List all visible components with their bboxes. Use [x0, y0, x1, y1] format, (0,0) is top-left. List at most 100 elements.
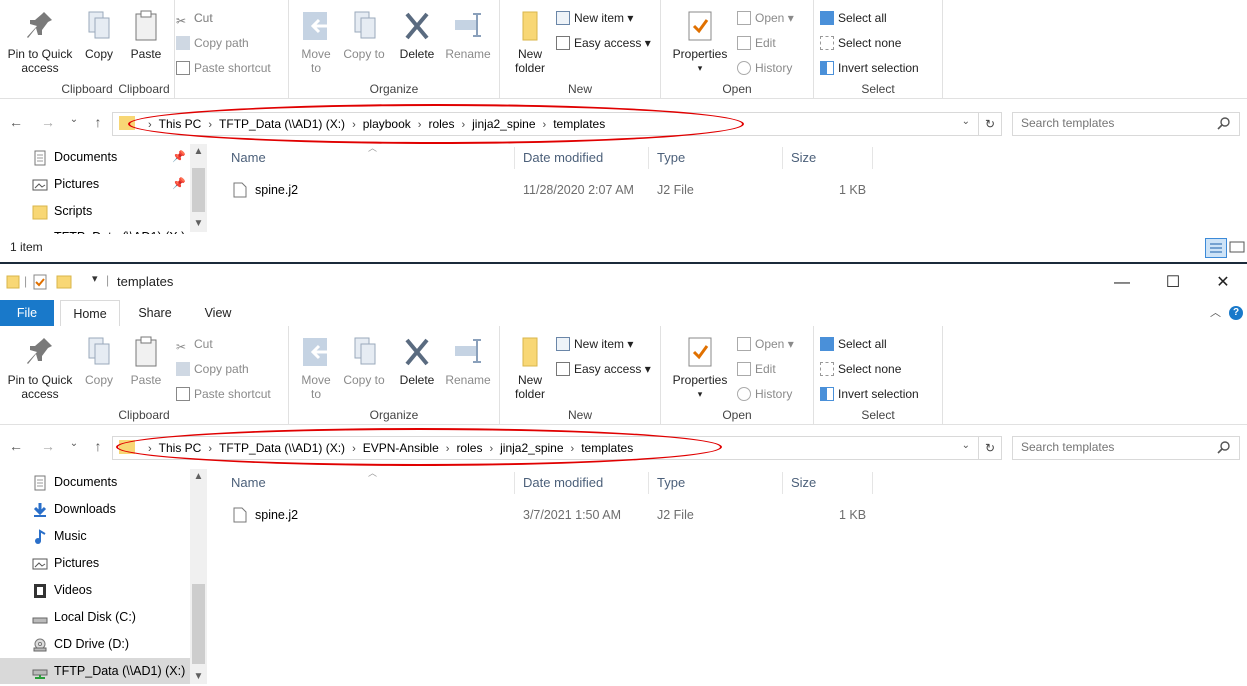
nav-item-scripts[interactable]: Scripts	[0, 198, 205, 224]
column-header-name[interactable]: Name	[231, 146, 266, 170]
forward-button[interactable]: →	[40, 438, 56, 456]
invert-selection-button[interactable]: Invert selection	[820, 384, 919, 404]
column-divider[interactable]	[648, 472, 649, 494]
column-divider[interactable]	[648, 147, 649, 169]
forward-button[interactable]: →	[40, 114, 56, 132]
tab-file[interactable]: File	[0, 300, 54, 326]
new-folder-button[interactable]: New folder	[504, 8, 556, 75]
crumb-playbook[interactable]: playbook	[363, 113, 411, 135]
breadcrumb[interactable]: › This PC › TFTP_Data (\\AD1) (X:) › EVPN-Ans…	[112, 436, 979, 460]
easy-access-button[interactable]: Easy access ▾	[556, 33, 651, 53]
search-input[interactable]	[1013, 113, 1219, 133]
history-button[interactable]: History	[737, 384, 792, 404]
column-divider[interactable]	[782, 472, 783, 494]
paste-button[interactable]: Paste	[124, 334, 168, 387]
up-button[interactable]: ↑	[90, 114, 106, 132]
column-divider[interactable]	[872, 147, 873, 169]
properties-button[interactable]: Properties ▾	[667, 8, 733, 75]
scroll-up-arrow[interactable]: ▲	[190, 146, 207, 157]
refresh-button[interactable]: ↻	[978, 112, 1002, 136]
breadcrumb[interactable]: › This PC › TFTP_Data (\\AD1) (X:) › playbook…	[112, 112, 979, 136]
new-folder-icon[interactable]	[56, 274, 72, 290]
column-header-date-modified[interactable]: Date modified	[523, 471, 603, 495]
minimize-button[interactable]: —	[1099, 270, 1145, 296]
copy-to-button[interactable]: Copy to	[343, 8, 385, 61]
rename-button[interactable]: Rename	[443, 334, 493, 387]
nav-item-pictures[interactable]: Pictures	[0, 550, 205, 576]
invert-selection-button[interactable]: Invert selection	[820, 58, 919, 78]
recent-locations-button[interactable]: ⌄	[66, 114, 82, 132]
properties-button[interactable]: Properties ▾	[667, 334, 733, 401]
address-dropdown-icon[interactable]: ⌄	[962, 116, 970, 127]
scroll-thumb[interactable]	[192, 584, 205, 664]
rename-button[interactable]: Rename	[443, 8, 493, 61]
crumb-templates[interactable]: templates	[581, 437, 633, 459]
column-header-name[interactable]: Name	[231, 471, 266, 495]
scroll-down-arrow[interactable]: ▼	[190, 218, 207, 229]
file-row[interactable]: spine.j2 11/28/2020 2:07 AM J2 File 1 KB	[231, 179, 871, 201]
crumb-evpn-ansible[interactable]: EVPN-Ansible	[363, 437, 439, 459]
nav-scrollbar[interactable]: ▲ ▼	[190, 469, 207, 684]
crumb-drive[interactable]: TFTP_Data (\\AD1) (X:)	[219, 437, 345, 459]
tab-view[interactable]: View	[190, 300, 246, 326]
column-header-size[interactable]: Size	[791, 146, 816, 170]
select-none-button[interactable]: Select none	[820, 33, 901, 53]
crumb-templates[interactable]: templates	[553, 113, 605, 135]
nav-item-pictures[interactable]: Pictures 📌	[0, 171, 205, 197]
column-divider[interactable]	[872, 472, 873, 494]
delete-button[interactable]: Delete	[395, 8, 439, 61]
back-button[interactable]: ←	[8, 438, 24, 456]
crumb-this-pc[interactable]: This PC	[159, 113, 202, 135]
edit-button[interactable]: Edit	[737, 33, 776, 53]
back-button[interactable]: ←	[8, 114, 24, 132]
crumb-this-pc[interactable]: This PC	[159, 437, 202, 459]
details-view-icon[interactable]	[1205, 238, 1227, 258]
search-box[interactable]	[1012, 112, 1240, 136]
column-divider[interactable]	[514, 472, 515, 494]
column-header-type[interactable]: Type	[657, 146, 685, 170]
open-button[interactable]: Open ▾	[737, 8, 794, 28]
pin-to-quick-access-button[interactable]: Pin to Quick access	[2, 334, 78, 401]
search-input[interactable]	[1013, 437, 1219, 457]
refresh-button[interactable]: ↻	[978, 436, 1002, 460]
edit-button[interactable]: Edit	[737, 359, 776, 379]
column-header-date-modified[interactable]: Date modified	[523, 146, 603, 170]
select-none-button[interactable]: Select none	[820, 359, 901, 379]
cut-button[interactable]: ✂ Cut	[176, 334, 213, 354]
search-box[interactable]	[1012, 436, 1240, 460]
move-to-button[interactable]: Move to	[295, 334, 337, 401]
new-folder-button[interactable]: New folder	[504, 334, 556, 401]
history-button[interactable]: History	[737, 58, 792, 78]
crumb-jinja2-spine[interactable]: jinja2_spine	[472, 113, 535, 135]
nav-item-tftp-data[interactable]: TFTP_Data (\\AD1) (X:)	[0, 658, 205, 684]
file-row[interactable]: spine.j2 3/7/2021 1:50 AM J2 File 1 KB	[231, 504, 871, 526]
paste-shortcut-button[interactable]: Paste shortcut	[176, 384, 271, 404]
crumb-jinja2-spine[interactable]: jinja2_spine	[500, 437, 563, 459]
copy-path-button[interactable]: Copy path	[176, 359, 249, 379]
scroll-thumb[interactable]	[192, 168, 205, 212]
maximize-button[interactable]: ☐	[1150, 270, 1196, 296]
scroll-up-arrow[interactable]: ▲	[190, 471, 207, 482]
nav-item-local-disk[interactable]: Local Disk (C:)	[0, 604, 205, 630]
recent-locations-button[interactable]: ⌄	[66, 438, 82, 456]
nav-item-videos[interactable]: Videos	[0, 577, 205, 603]
nav-item-downloads[interactable]: Downloads	[0, 496, 205, 522]
nav-item-cd-drive[interactable]: CD Drive (D:)	[0, 631, 205, 657]
nav-scrollbar[interactable]: ▲ ▼	[190, 144, 207, 232]
copy-to-button[interactable]: Copy to	[343, 334, 385, 387]
customize-quick-access-toolbar-icon[interactable]: ▾	[92, 272, 98, 285]
delete-button[interactable]: Delete	[395, 334, 439, 387]
column-header-type[interactable]: Type	[657, 471, 685, 495]
address-dropdown-icon[interactable]: ⌄	[962, 440, 970, 451]
copy-button[interactable]: Copy	[80, 334, 118, 387]
nav-item-tftp-data[interactable]: TFTP_Data (\\AD1) (X:)	[0, 224, 205, 234]
up-button[interactable]: ↑	[90, 438, 106, 456]
large-icons-view-icon[interactable]	[1227, 238, 1247, 256]
column-header-size[interactable]: Size	[791, 471, 816, 495]
properties-icon[interactable]	[32, 274, 48, 290]
column-divider[interactable]	[514, 147, 515, 169]
scroll-down-arrow[interactable]: ▼	[190, 671, 207, 682]
select-all-button[interactable]: Select all	[820, 8, 887, 28]
crumb-drive[interactable]: TFTP_Data (\\AD1) (X:)	[219, 113, 345, 135]
new-item-button[interactable]: New item ▾	[556, 334, 633, 354]
